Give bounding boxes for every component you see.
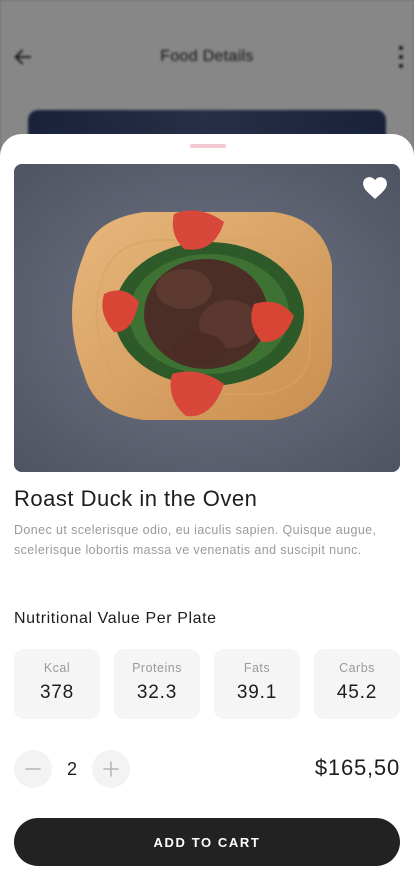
quantity-value: 2 — [66, 759, 77, 779]
minus-icon — [25, 768, 41, 770]
quantity-and-price: 2 $165,50 — [14, 750, 400, 788]
nutrition-value: 32.3 — [136, 682, 178, 703]
nutrition-list: Kcal 378 Proteins 32.3 Fats 39.1 Carbs 4… — [14, 649, 400, 719]
food-details-sheet: Roast Duck in the Oven Donec ut sceleris… — [0, 134, 414, 896]
sheet-drag-handle[interactable] — [190, 144, 226, 148]
food-title: Roast Duck in the Oven — [14, 486, 258, 511]
nutrition-card-proteins: Proteins 32.3 — [114, 649, 200, 719]
food-photo-illustration — [14, 164, 400, 472]
nutrition-value: 45.2 — [336, 682, 378, 703]
nutrition-label: Kcal — [43, 661, 71, 675]
nutrition-label: Proteins — [132, 661, 182, 675]
total-price: $165,50 — [314, 755, 400, 780]
nutrition-card-fats: Fats 39.1 — [214, 649, 300, 719]
nutrition-card-carbs: Carbs 45.2 — [314, 649, 400, 719]
food-description: Donec ut scelerisque odio, eu iaculis sa… — [14, 523, 377, 557]
nutrition-value: 378 — [39, 682, 75, 703]
add-to-cart-button[interactable]: ADD TO CART — [14, 818, 400, 866]
nutrition-label: Carbs — [339, 661, 375, 675]
decrease-quantity-button[interactable] — [14, 750, 52, 788]
plus-icon — [103, 761, 119, 777]
nutrition-card-kcal: Kcal 378 — [14, 649, 100, 719]
nutrition-heading: Nutritional Value Per Plate — [14, 610, 217, 627]
nutrition-value: 39.1 — [236, 682, 278, 703]
favorite-heart-icon[interactable] — [362, 176, 388, 200]
nutrition-label: Fats — [243, 661, 271, 675]
food-image — [14, 164, 400, 472]
increase-quantity-button[interactable] — [92, 750, 130, 788]
